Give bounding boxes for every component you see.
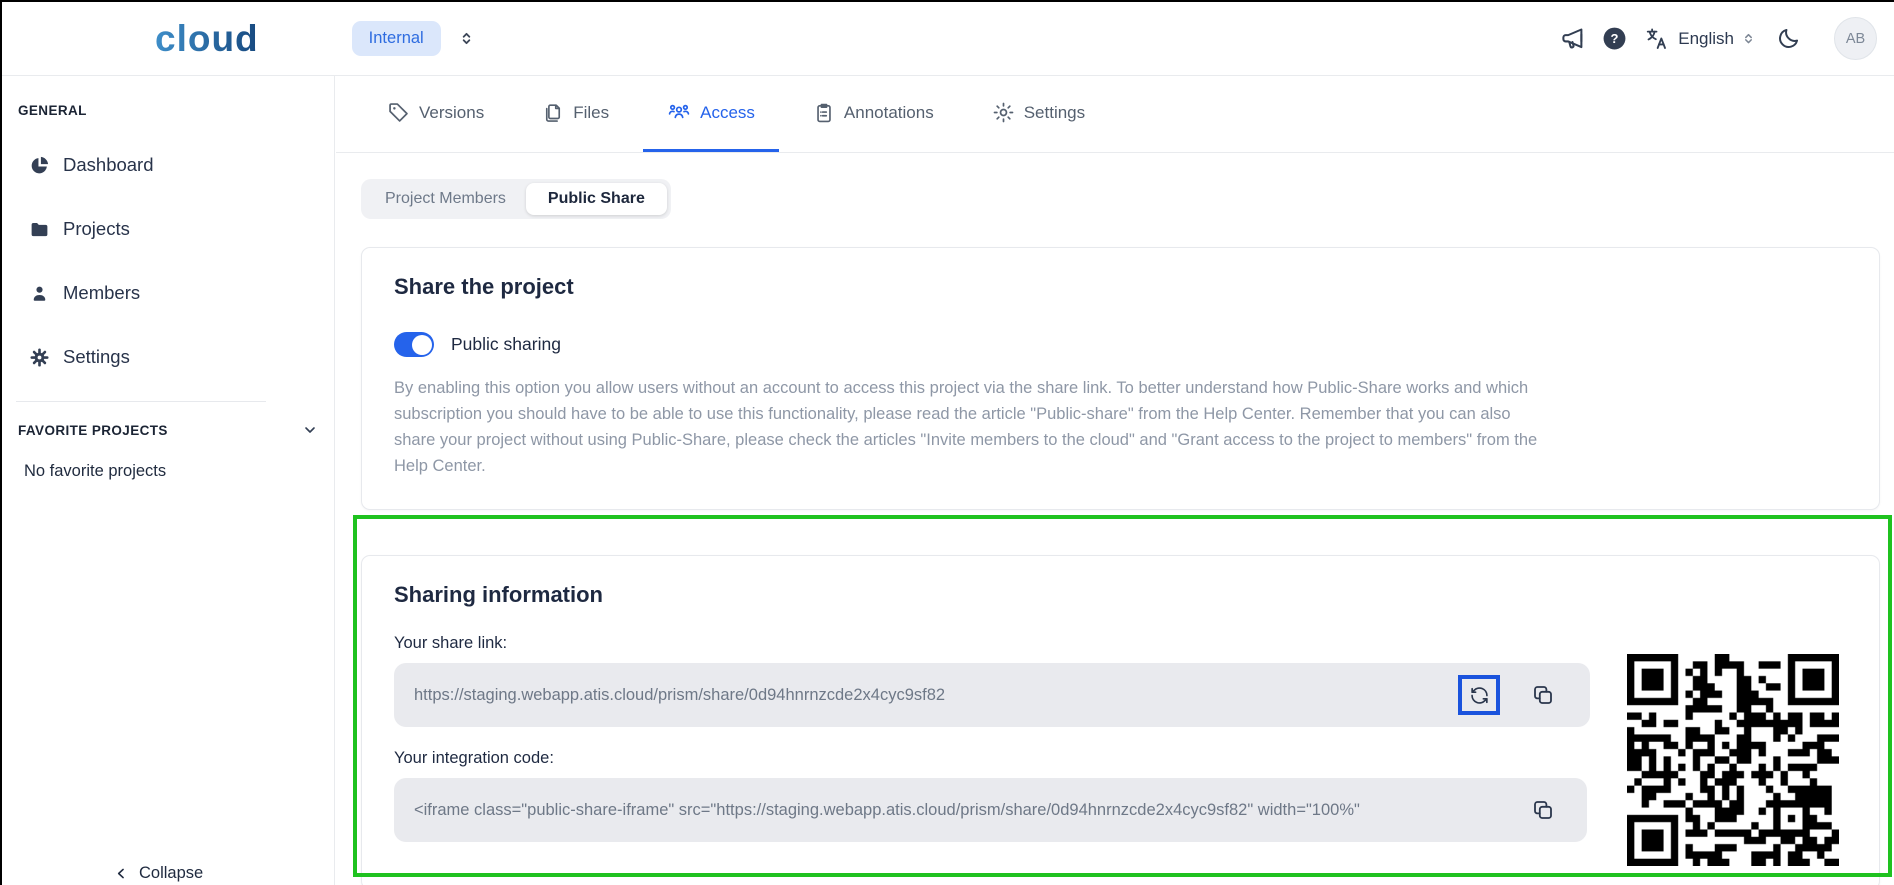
top-header: cloud Internal ? English AB — [2, 2, 1894, 76]
gear-icon — [29, 347, 50, 368]
sidebar-divider — [16, 401, 266, 402]
toggle-knob — [411, 334, 432, 355]
folder-icon — [29, 219, 50, 240]
tab-content: Project Members Public Share Share the p… — [336, 153, 1894, 885]
tab-label: Files — [573, 102, 610, 122]
sidebar-item-members[interactable]: Members — [14, 273, 322, 313]
chevron-down-icon[interactable] — [302, 422, 318, 438]
app-logo: cloud — [155, 17, 259, 59]
sidebar-item-label: Settings — [63, 346, 130, 367]
public-sharing-row: Public sharing — [394, 332, 1847, 357]
main-area: Versions Files Access Annotations Settin… — [336, 76, 1894, 885]
access-subtabs: Project Members Public Share — [361, 179, 671, 219]
people-group-icon — [668, 104, 690, 118]
gear-outline-icon — [993, 102, 1014, 123]
pie-chart-icon — [29, 155, 50, 176]
tab-annotations[interactable]: Annotations — [789, 76, 958, 152]
toggle-label: Public sharing — [451, 334, 561, 354]
public-sharing-toggle[interactable] — [394, 332, 434, 357]
language-label: English — [1678, 28, 1734, 48]
tab-access[interactable]: Access — [643, 76, 779, 152]
favorites-title: FAVORITE PROJECTS — [18, 422, 168, 438]
sharing-information-card: Sharing information Your share link: htt… — [361, 555, 1880, 885]
tab-files[interactable]: Files — [518, 76, 633, 152]
megaphone-icon[interactable] — [1560, 25, 1587, 52]
avatar[interactable]: AB — [1834, 17, 1877, 60]
tab-label: Versions — [419, 102, 485, 122]
subtab-project-members[interactable]: Project Members — [365, 183, 526, 215]
share-description: By enabling this option you allow users … — [394, 379, 1538, 475]
tab-label: Access — [700, 102, 755, 122]
refresh-icon — [1470, 686, 1488, 704]
integration-code-value: <iframe class="public-share-iframe" src=… — [414, 800, 1360, 819]
workspace-selector-icon[interactable] — [458, 30, 475, 47]
sidebar-section-favorites[interactable]: FAVORITE PROJECTS — [18, 422, 318, 438]
translate-icon — [1644, 26, 1670, 52]
sidebar-item-label: Projects — [63, 218, 130, 239]
svg-text:?: ? — [1611, 31, 1619, 46]
share-link-value: https://staging.webapp.atis.cloud/prism/… — [414, 685, 946, 704]
sidebar-section-general: GENERAL — [18, 103, 87, 118]
card-title: Share the project — [394, 274, 574, 299]
refresh-link-button[interactable] — [1458, 675, 1500, 715]
sidebar-nav: Dashboard Projects Members Settings — [2, 145, 334, 377]
copy-icon — [1534, 801, 1552, 819]
files-icon — [546, 103, 561, 122]
share-project-card: Share the project Public sharing By enab… — [361, 247, 1880, 510]
collapse-label: Collapse — [139, 864, 204, 882]
tab-versions[interactable]: Versions — [363, 76, 508, 152]
integration-code-input[interactable]: <iframe class="public-share-iframe" src=… — [394, 778, 1587, 842]
tab-label: Settings — [1023, 102, 1086, 122]
subtab-public-share[interactable]: Public Share — [525, 183, 667, 215]
card-title: Sharing information — [394, 582, 603, 607]
copy-code-button[interactable] — [1529, 796, 1557, 824]
header-actions: ? English AB — [1560, 17, 1877, 60]
favorites-empty-text: No favorite projects — [24, 462, 167, 480]
person-icon — [29, 283, 50, 304]
moon-icon[interactable] — [1776, 26, 1801, 51]
share-link-label: Your share link: — [394, 634, 508, 652]
sidebar: GENERAL Dashboard Projects Members Setti… — [2, 76, 335, 885]
sidebar-item-label: Dashboard — [63, 154, 154, 175]
share-link-input[interactable]: https://staging.webapp.atis.cloud/prism/… — [394, 663, 1590, 727]
copy-icon — [1534, 686, 1552, 704]
sidebar-item-settings[interactable]: Settings — [14, 337, 322, 377]
sidebar-item-dashboard[interactable]: Dashboard — [14, 145, 322, 185]
chevron-left-icon — [117, 868, 124, 879]
copy-link-button[interactable] — [1529, 681, 1557, 709]
language-chevron-icon — [1745, 33, 1752, 44]
collapse-button[interactable]: Collapse — [114, 864, 203, 883]
sidebar-item-label: Members — [63, 282, 141, 303]
clipboard-icon — [817, 103, 831, 122]
tab-settings[interactable]: Settings — [968, 76, 1109, 152]
tag-icon — [389, 103, 408, 122]
language-selector[interactable]: English — [1644, 26, 1755, 52]
help-icon[interactable]: ? — [1602, 26, 1627, 51]
qr-code — [1627, 654, 1839, 866]
project-tabs: Versions Files Access Annotations Settin… — [336, 76, 1894, 153]
sidebar-item-projects[interactable]: Projects — [14, 209, 322, 249]
workspace-badge[interactable]: Internal — [351, 21, 441, 56]
tab-label: Annotations — [843, 102, 934, 122]
